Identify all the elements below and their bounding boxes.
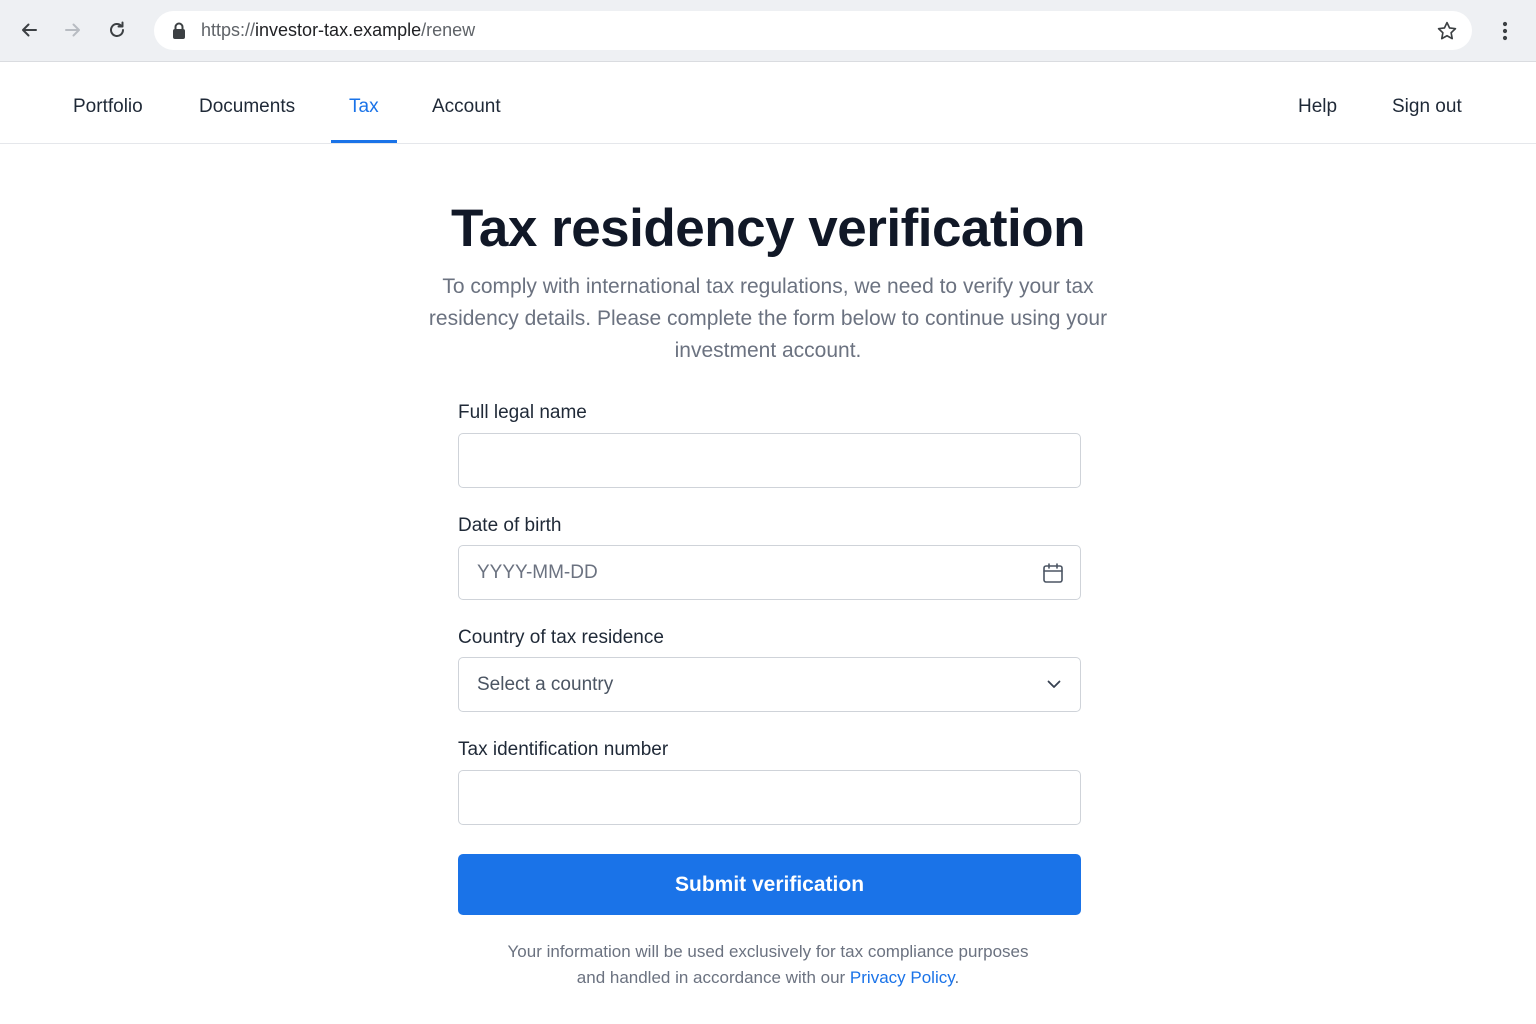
back-button[interactable] [12,13,46,47]
browser-menu-button[interactable] [1494,16,1516,46]
privacy-notice-prefix: and handled in accordance with our [576,968,850,987]
nav-documents[interactable]: Documents [199,63,295,143]
site-navigation: Portfolio Documents Tax Account Help Sig… [0,63,1536,144]
nav-help[interactable]: Help [1298,63,1337,143]
page-intro: To comply with international tax regulat… [428,275,1108,362]
address-bar[interactable]: https://investor-tax.example/renew [154,11,1472,50]
full-name-label: Full legal name [458,402,587,423]
nav-tax[interactable]: Tax [349,63,379,143]
lock-icon [173,22,185,39]
dob-label: Date of birth [458,515,562,536]
back-arrow-icon [22,23,37,37]
url-host: investor-tax.example [255,20,422,40]
forward-button[interactable] [56,13,90,47]
calendar-icon[interactable] [1042,562,1064,584]
dob-input[interactable] [458,545,1081,600]
country-label: Country of tax residence [458,627,664,648]
more-vert-icon [1502,21,1508,41]
tin-label: Tax identification number [458,739,669,760]
privacy-notice-suffix: . [954,968,960,987]
country-select[interactable]: Select a country [458,657,1081,712]
privacy-notice-line2: and handled in accordance with our Priva… [418,965,1118,991]
country-select-value: Select a country [477,673,614,695]
reload-button[interactable] [100,13,134,47]
reload-icon [110,21,124,37]
active-tab-indicator [331,140,397,143]
nav-account[interactable]: Account [432,63,501,143]
page-title: Tax residency verification [450,199,1086,258]
url-scheme: https:// [201,20,256,40]
privacy-notice: Your information will be used exclusivel… [418,939,1118,991]
forward-arrow-icon [65,23,80,37]
tin-input[interactable] [458,770,1081,825]
privacy-notice-line1: Your information will be used exclusivel… [507,942,1029,961]
chevron-down-icon [1047,680,1061,688]
submit-verification-button[interactable]: Submit verification [458,854,1081,915]
nav-sign-out[interactable]: Sign out [1392,63,1462,143]
full-name-input[interactable] [458,433,1081,488]
browser-toolbar: https://investor-tax.example/renew [0,0,1536,62]
bookmark-star-icon[interactable] [1436,20,1458,42]
url-path: /renew [421,20,476,40]
nav-portfolio[interactable]: Portfolio [73,63,143,143]
url-text[interactable]: https://investor-tax.example/renew [201,20,475,41]
privacy-policy-link[interactable]: Privacy Policy [850,968,955,987]
